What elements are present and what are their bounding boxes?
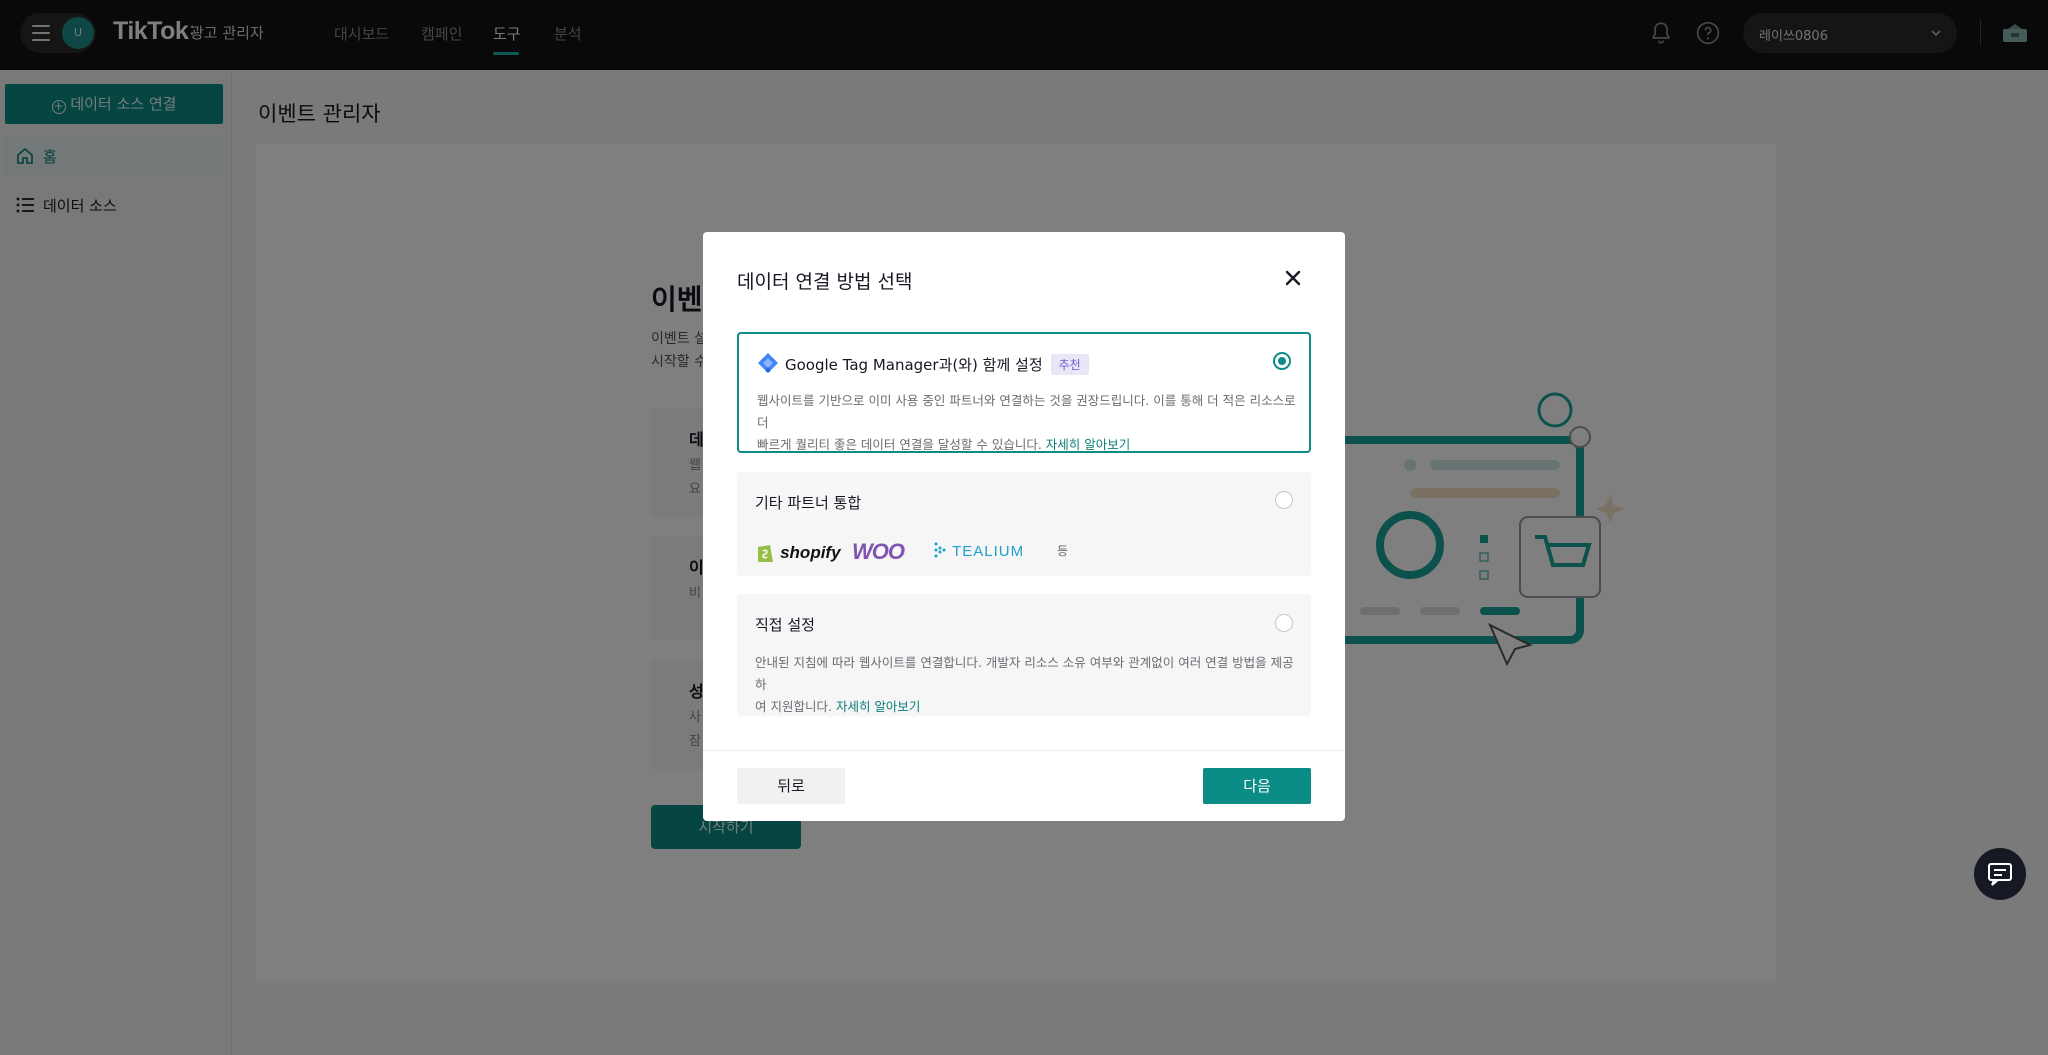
option-description: 웹사이트를 기반으로 이미 사용 중인 파트너와 연결하는 것을 권장드립니다.… [757, 390, 1297, 456]
modal-title: 데이터 연결 방법 선택 [737, 271, 913, 293]
radio-unselected[interactable] [1275, 491, 1293, 509]
option-description-line: 웹사이트를 기반으로 이미 사용 중인 파트너와 연결하는 것을 권장드립니다.… [757, 393, 1296, 430]
option-description: 안내된 지침에 따라 웹사이트를 연결합니다. 개발자 리소스 소유 여부와 관… [755, 652, 1295, 718]
option-manual-setup[interactable]: 직접 설정 안내된 지침에 따라 웹사이트를 연결합니다. 개발자 리소스 소유… [737, 594, 1311, 716]
option-title: 직접 설정 [755, 616, 815, 634]
option-title: 기타 파트너 통합 [755, 494, 862, 512]
back-button[interactable]: 뒤로 [737, 768, 845, 804]
option-title-text: Google Tag Manager과(와) 함께 설정 [785, 356, 1043, 374]
divider [703, 750, 1345, 751]
close-icon[interactable] [1283, 268, 1303, 288]
option-description-line: 여 지원합니다. [755, 699, 832, 714]
shopify-bag-icon [758, 545, 773, 562]
option-description-line: 안내된 지침에 따라 웹사이트를 연결합니다. 개발자 리소스 소유 여부와 관… [755, 655, 1294, 692]
woo-logo: WOO [852, 539, 905, 564]
google-tag-manager-icon [758, 353, 778, 373]
option-other-partners[interactable]: 기타 파트너 통합 shopify WOO TEALIUM 등 [737, 472, 1311, 576]
learn-more-link[interactable]: 자세히 알아보기 [836, 699, 920, 714]
radio-unselected[interactable] [1275, 614, 1293, 632]
learn-more-link[interactable]: 자세히 알아보기 [1046, 437, 1130, 452]
recommended-badge: 추천 [1050, 354, 1089, 375]
partner-name: TEALIUM [952, 543, 1025, 560]
option-title: Google Tag Manager과(와) 함께 설정 추천 [785, 354, 1089, 375]
radio-selected[interactable] [1273, 352, 1291, 370]
option-description-line: 빠르게 퀄리티 좋은 데이터 연결을 달성할 수 있습니다. [757, 437, 1042, 452]
next-button[interactable]: 다음 [1203, 768, 1311, 804]
option-google-tag-manager[interactable]: Google Tag Manager과(와) 함께 설정 추천 웹사이트를 기반으… [737, 332, 1311, 453]
partner-name: shopify [780, 543, 841, 562]
tealium-logo: TEALIUM [933, 540, 1024, 560]
partners-etc: 등 [1057, 544, 1069, 558]
connection-method-modal: 데이터 연결 방법 선택 Google Tag Manager과(와) 함께 설… [703, 232, 1345, 821]
chat-icon [1988, 863, 2012, 886]
tealium-mark-icon [934, 542, 946, 558]
chat-support-button[interactable] [1974, 848, 2026, 900]
shopify-logo: shopify [755, 541, 841, 563]
